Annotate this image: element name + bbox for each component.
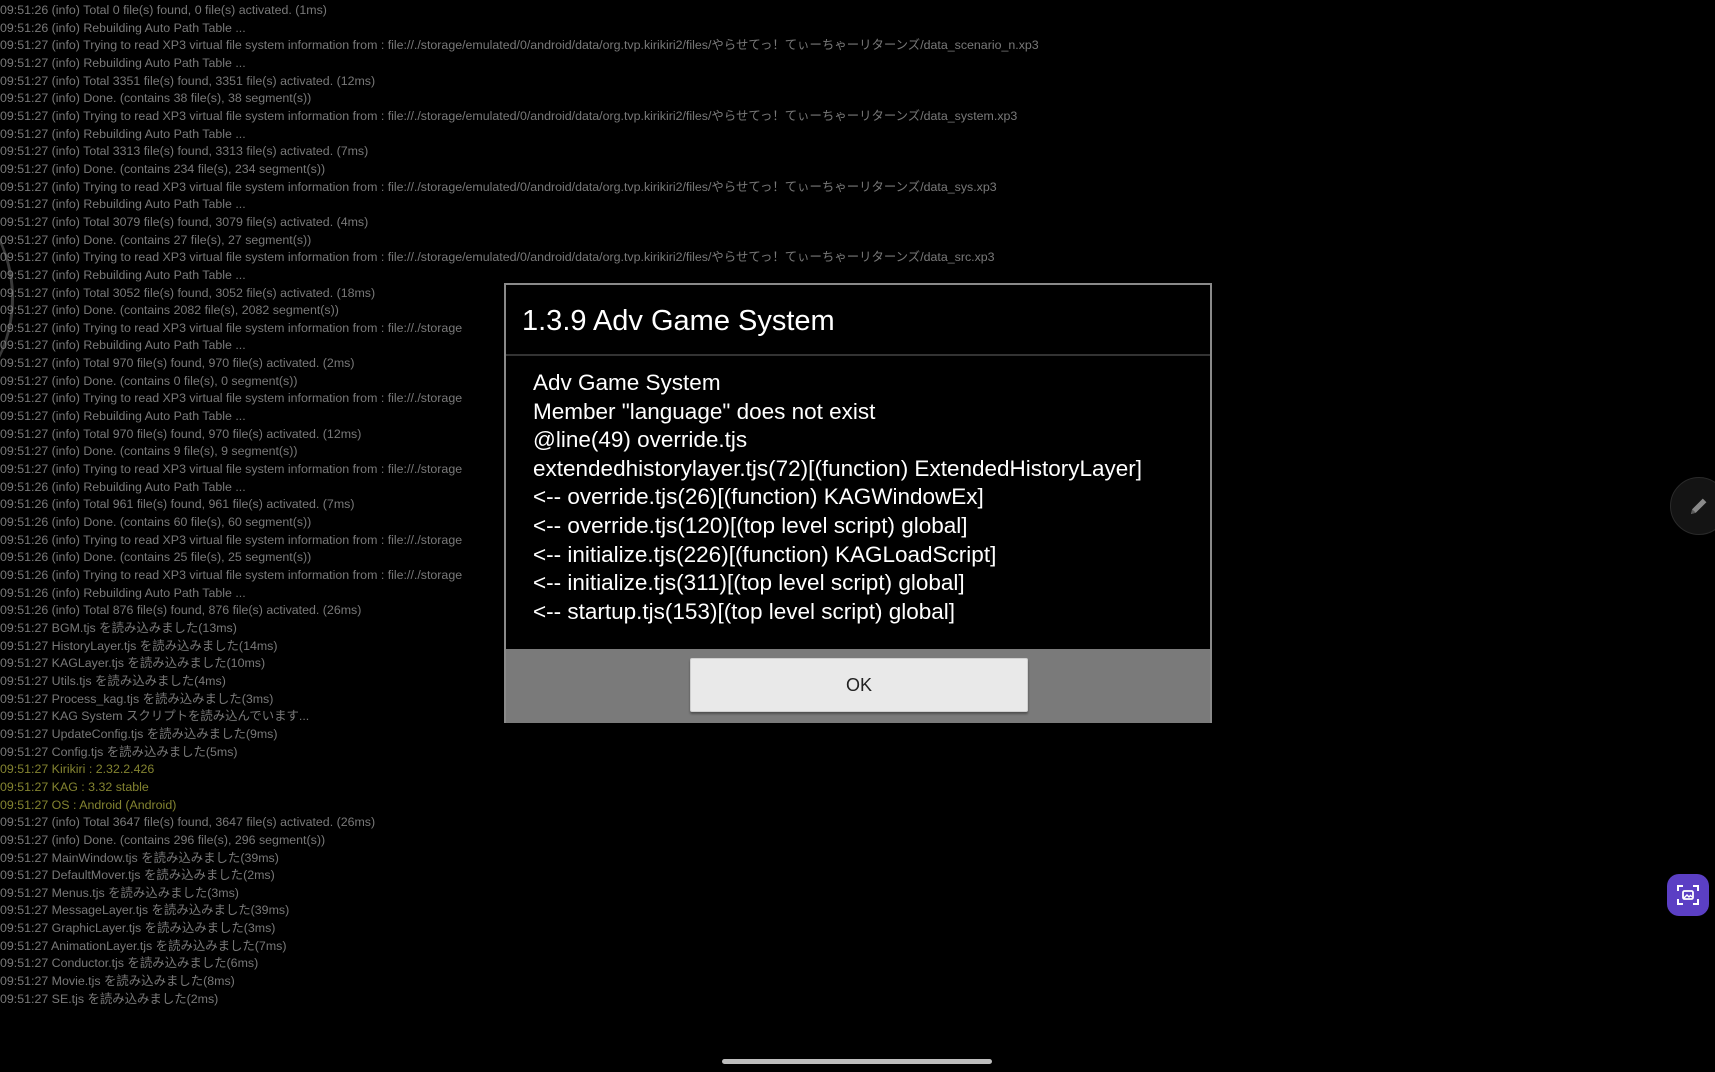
dialog-message-line: @line(49) override.tjs	[533, 427, 748, 453]
game-screen: 09:51:26 (info) Total 0 file(s) found, 0…	[0, 0, 1715, 1072]
dialog-message-line: Adv Game System	[533, 370, 721, 395]
dialog-message-line: <-- initialize.tjs(226)[(function) KAGLo…	[533, 541, 997, 567]
dialog-button-bar: OK	[506, 649, 1210, 723]
dialog-message-line: Member "language" does not exist	[533, 398, 876, 424]
home-gesture-bar[interactable]	[722, 1059, 992, 1064]
dialog-title: 1.3.9 Adv Game System	[522, 305, 835, 337]
dialog-message-line: <-- override.tjs(26)[(function) KAGWindo…	[533, 484, 984, 510]
dialog-message-line: <-- initialize.tjs(311)[(top level scrip…	[533, 570, 965, 596]
ok-button[interactable]: OK	[690, 658, 1028, 712]
error-dialog: 1.3.9 Adv Game System Adv Game System Mem…	[504, 283, 1212, 723]
dialog-message: Adv Game System Member "language" does no…	[533, 369, 1142, 626]
screenshot-capture-icon	[1677, 885, 1699, 905]
dialog-divider	[506, 354, 1210, 356]
screenshot-button[interactable]	[1667, 874, 1709, 916]
dialog-message-line: <-- override.tjs(120)[(top level script)…	[533, 512, 968, 538]
pencil-icon	[1691, 498, 1707, 514]
dialog-message-line: extendedhistorylayer.tjs(72)[(function) …	[533, 455, 1143, 481]
dialog-message-line: <-- startup.tjs(153)[(top level script) …	[533, 598, 956, 624]
